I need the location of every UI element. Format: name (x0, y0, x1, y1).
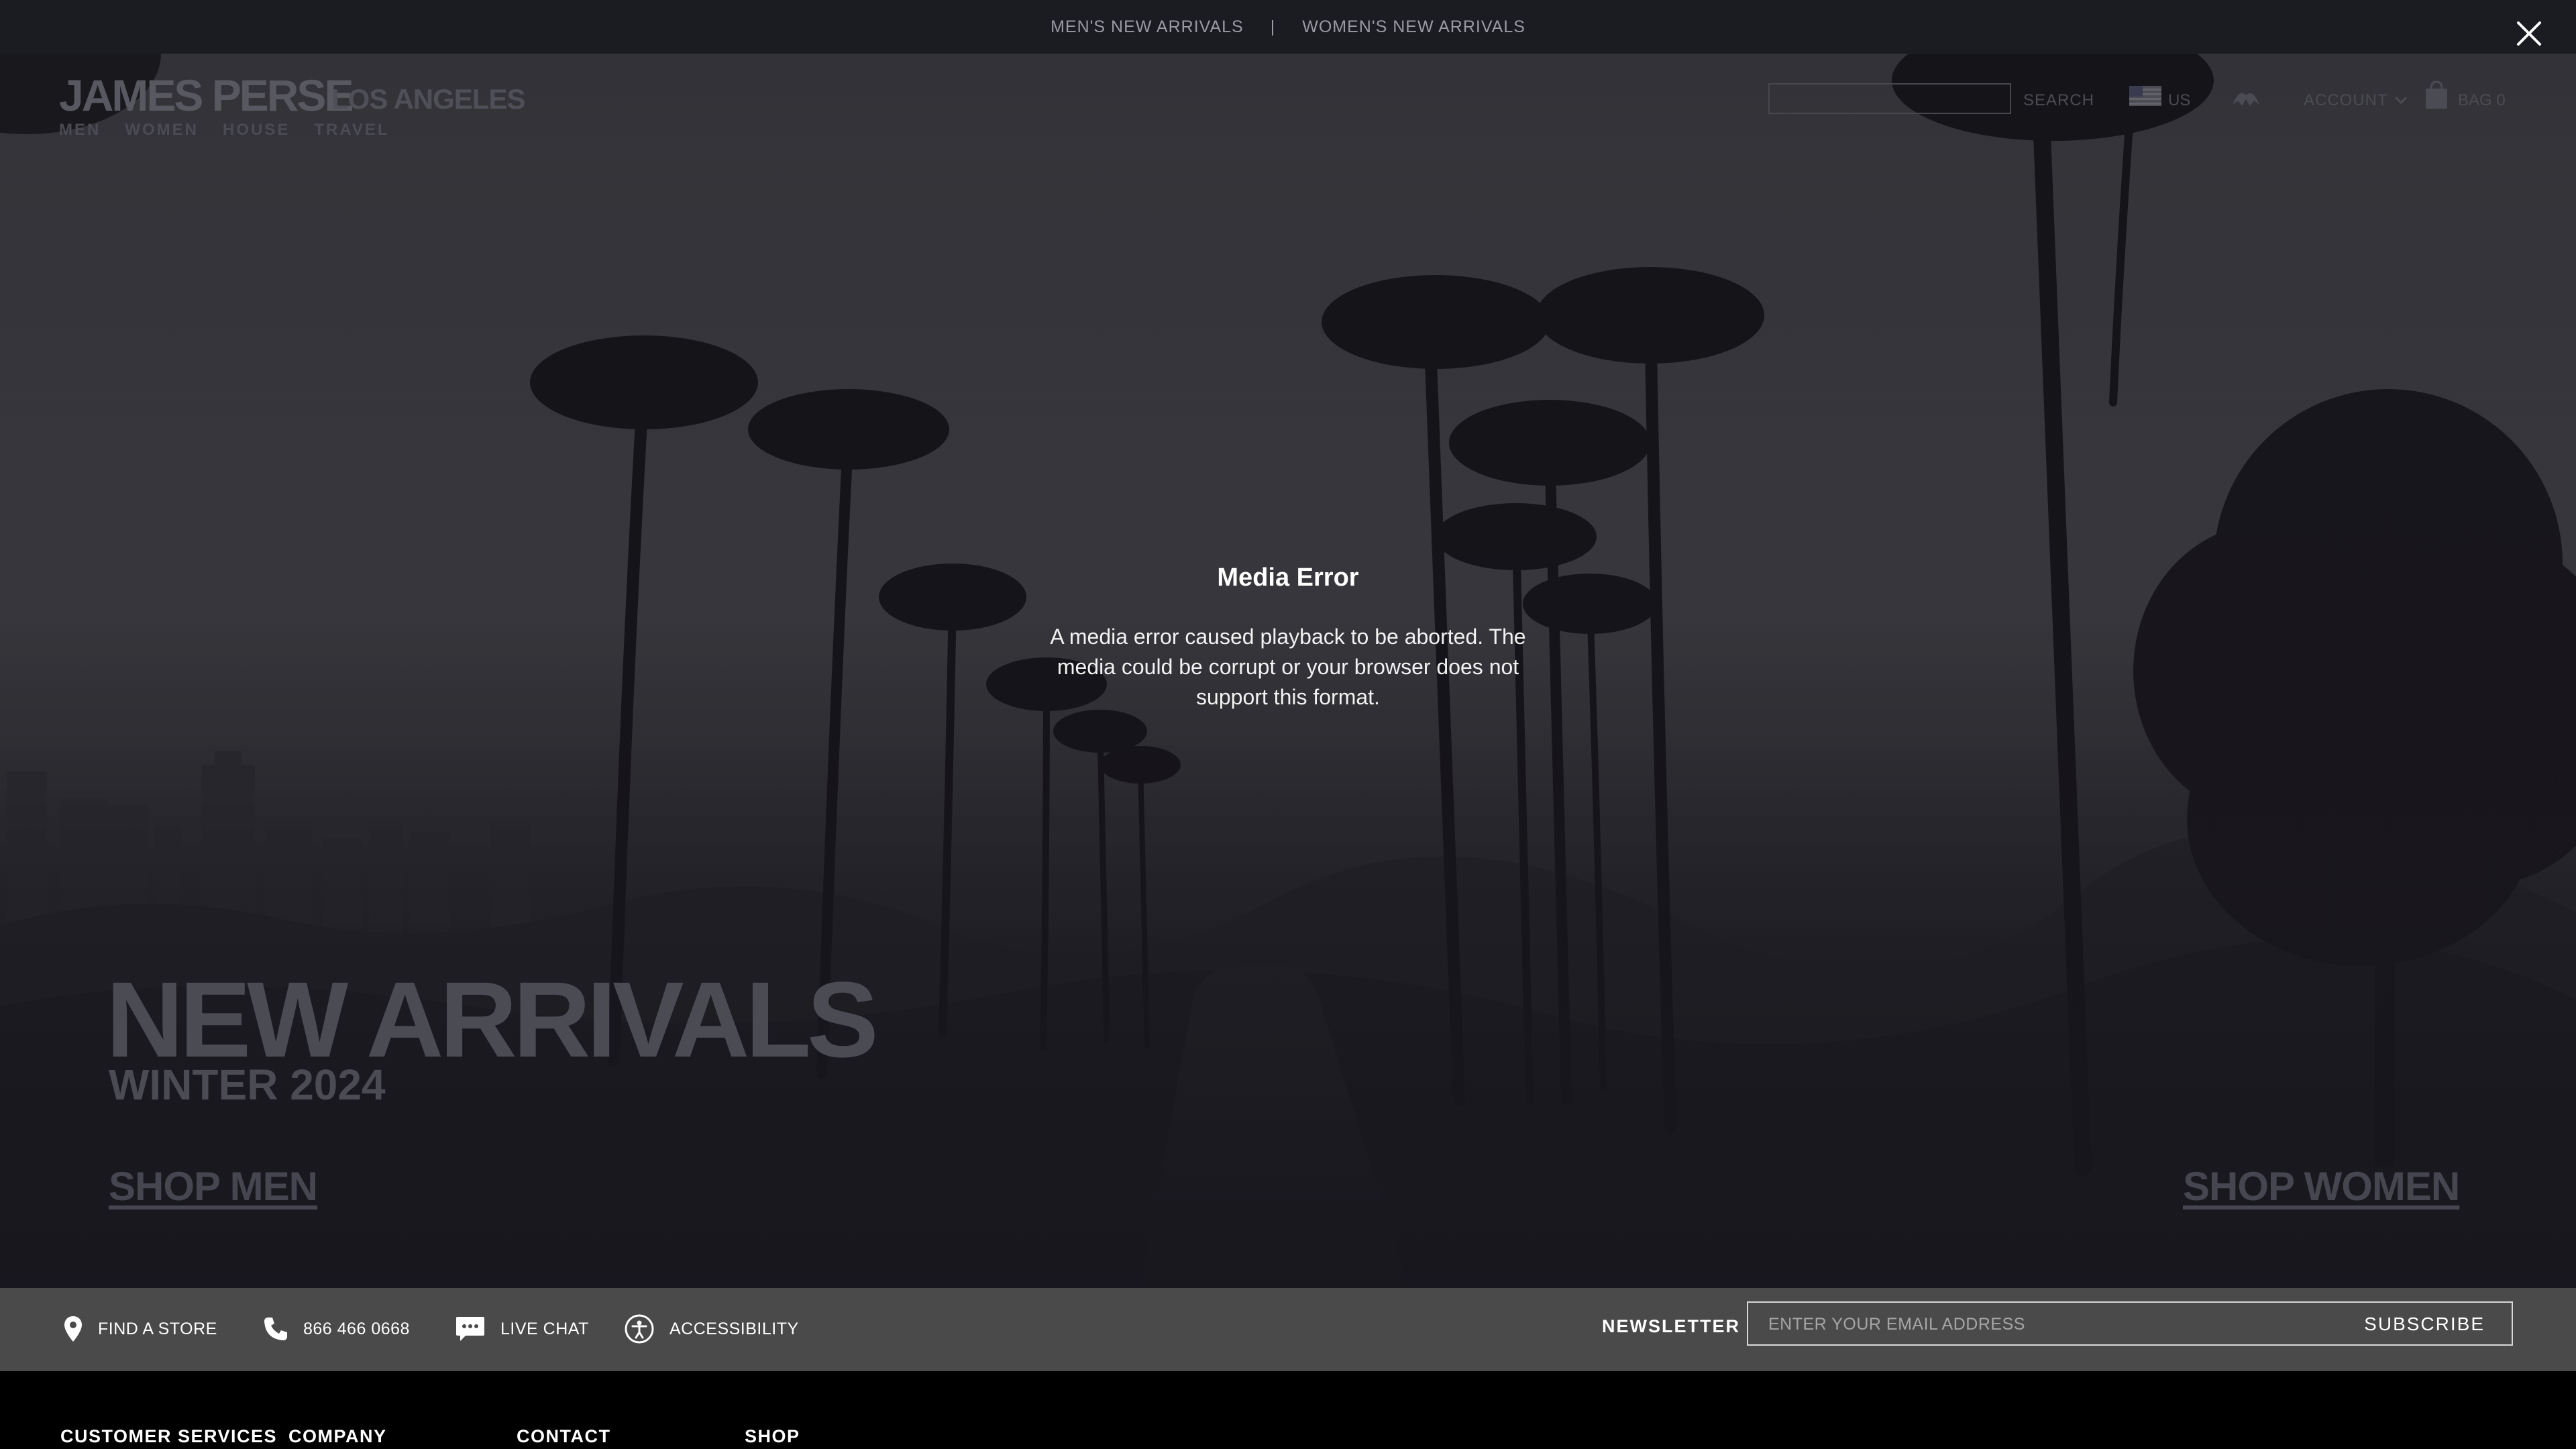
footer-heading-shop[interactable]: SHOP (745, 1426, 800, 1447)
find-store-label: FIND A STORE (98, 1319, 217, 1338)
media-error-message: A media error caused playback to be abor… (1050, 625, 1526, 709)
live-chat-label: LIVE CHAT (500, 1319, 589, 1338)
promo-bar: MEN'S NEW ARRIVALS | WOMEN'S NEW ARRIVAL… (0, 0, 2576, 54)
site-footer: CUSTOMER SERVICES COMPANY CONTACT SHOP (0, 1371, 2576, 1449)
live-chat-link[interactable]: LIVE CHAT (455, 1312, 589, 1346)
shop-men-link[interactable]: SHOP MEN (109, 1163, 318, 1210)
media-error-title: Media Error (1217, 564, 1359, 592)
footer-heading-contact[interactable]: CONTACT (517, 1426, 610, 1447)
promo-separator: | (1270, 17, 1276, 36)
close-icon (2517, 21, 2541, 46)
phone-link[interactable]: 866 466 0668 (263, 1312, 410, 1346)
shop-women-link[interactable]: SHOP WOMEN (2183, 1163, 2460, 1210)
phone-icon (264, 1318, 287, 1340)
find-store-link[interactable]: FIND A STORE (63, 1312, 217, 1346)
phone-number: 866 466 0668 (303, 1319, 410, 1338)
location-pin-icon (64, 1316, 82, 1342)
subscribe-button[interactable]: SUBSCRIBE (2364, 1313, 2485, 1335)
media-error-dialog: Media Error A media error caused playbac… (1046, 564, 1529, 712)
mens-new-arrivals-link[interactable]: MEN'S NEW ARRIVALS (1051, 17, 1244, 37)
accessibility-label: ACCESSIBILITY (669, 1319, 799, 1338)
chat-bubble-icon (456, 1317, 484, 1341)
womens-new-arrivals-link[interactable]: WOMEN'S NEW ARRIVALS (1302, 17, 1525, 37)
close-overlay-button[interactable] (2509, 13, 2549, 54)
newsletter-email-input[interactable] (1767, 1303, 2279, 1346)
newsletter-form: SUBSCRIBE (1747, 1301, 2513, 1346)
hero-season: WINTER 2024 (109, 1061, 386, 1109)
footer-heading-company[interactable]: COMPANY (288, 1426, 387, 1447)
hero-title: NEW ARRIVALS (106, 959, 879, 1079)
accessibility-link[interactable]: ACCESSIBILITY (624, 1312, 799, 1346)
newsletter-label: NEWSLETTER (1602, 1316, 1740, 1336)
accessibility-icon (625, 1314, 654, 1344)
footer-heading-customer-services[interactable]: CUSTOMER SERVICES (60, 1426, 277, 1447)
